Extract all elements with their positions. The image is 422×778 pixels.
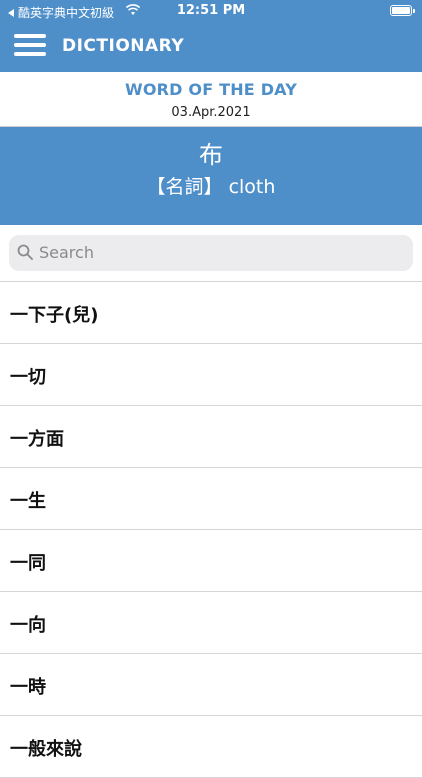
list-item[interactable]: 一生 bbox=[0, 468, 422, 530]
navigation-bar: DICTIONARY bbox=[0, 22, 422, 72]
entry-term: 一切 bbox=[10, 367, 46, 388]
word-of-the-day-heading: WORD OF THE DAY bbox=[124, 80, 298, 99]
search-bar-container: Search bbox=[0, 225, 422, 282]
list-item[interactable]: 一方面 bbox=[0, 406, 422, 468]
featured-definition: 【名詞】 cloth bbox=[146, 176, 276, 198]
entry-term: 一生 bbox=[10, 491, 46, 512]
word-of-the-day-date: 03.Apr.2021 bbox=[171, 105, 251, 120]
list-item[interactable]: 一切 bbox=[0, 344, 422, 406]
page-title: DICTIONARY bbox=[62, 36, 185, 56]
search-icon bbox=[17, 244, 33, 260]
status-time: 12:51 PM bbox=[176, 3, 246, 18]
list-item[interactable]: 一向 bbox=[0, 592, 422, 654]
battery-icon bbox=[390, 5, 415, 16]
featured-word: 布 bbox=[199, 141, 223, 169]
list-item[interactable]: 一同 bbox=[0, 530, 422, 592]
hamburger-menu-icon[interactable] bbox=[14, 31, 46, 59]
search-input[interactable]: Search bbox=[9, 235, 413, 271]
search-placeholder: Search bbox=[39, 243, 94, 262]
entry-term: 一時 bbox=[10, 677, 46, 698]
top-bar: 酷英字典中文初級 12:51 PM DICTIONARY bbox=[0, 0, 422, 72]
entry-term: 一方面 bbox=[10, 429, 64, 450]
status-bar: 酷英字典中文初級 12:51 PM bbox=[0, 0, 422, 22]
dictionary-entry-list: 一下子(兒) 一切 一方面 一生 一同 一向 一時 一般來說 bbox=[0, 282, 422, 778]
entry-term: 一同 bbox=[10, 553, 46, 574]
word-of-the-day-card[interactable]: 布 【名詞】 cloth bbox=[0, 127, 422, 225]
list-item[interactable]: 一下子(兒) bbox=[0, 282, 422, 344]
entry-term: 一下子(兒) bbox=[10, 305, 99, 326]
entry-term: 一向 bbox=[10, 615, 46, 636]
word-of-the-day-header: WORD OF THE DAY 03.Apr.2021 bbox=[0, 72, 422, 127]
list-item[interactable]: 一時 bbox=[0, 654, 422, 716]
entry-term: 一般來說 bbox=[10, 739, 82, 760]
list-item[interactable]: 一般來說 bbox=[0, 716, 422, 778]
